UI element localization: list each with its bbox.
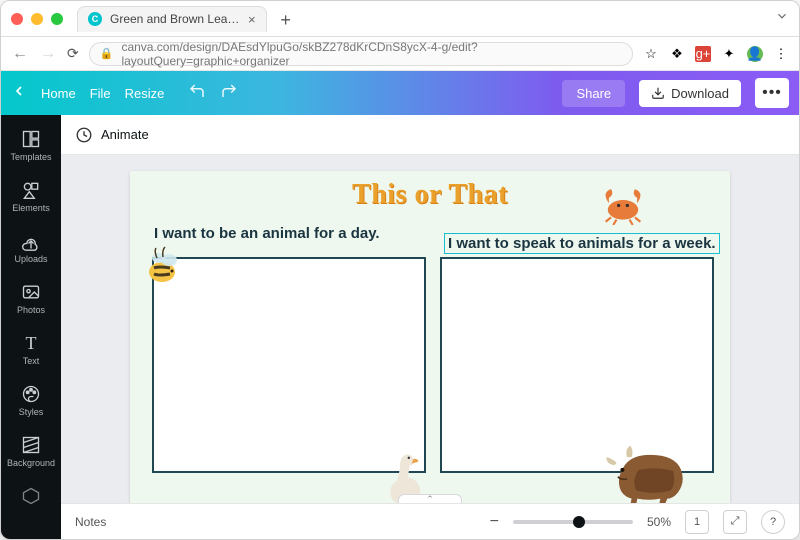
sidebar-item-label: Text: [23, 356, 40, 366]
animate-label: Animate: [101, 127, 149, 142]
right-box[interactable]: [440, 257, 714, 473]
animate-icon: [75, 126, 93, 144]
editor-area: Animate This or That I want to be an ani…: [61, 115, 799, 539]
photos-icon: [21, 282, 41, 302]
sidebar-item-label: Uploads: [14, 254, 47, 264]
zoom-slider[interactable]: [513, 520, 633, 524]
zoom-out-icon[interactable]: −: [490, 513, 499, 531]
zoom-slider-thumb[interactable]: [573, 516, 585, 528]
add-page-handle[interactable]: ⌃: [398, 494, 462, 503]
more-icon: [21, 486, 41, 506]
left-sidebar: Templates Elements Uploads Photos T Text…: [1, 115, 61, 539]
more-button[interactable]: •••: [755, 78, 789, 108]
sidebar-item-label: Photos: [17, 305, 45, 315]
bottom-bar: Notes − 50% 1 ⤢ ?: [61, 503, 799, 539]
context-toolbar: Animate: [61, 115, 799, 155]
redo-icon[interactable]: [220, 82, 238, 105]
left-box[interactable]: [152, 257, 426, 473]
help-icon[interactable]: ?: [761, 510, 785, 534]
kebab-menu-icon[interactable]: ⋮: [773, 46, 789, 62]
resize-menu[interactable]: Resize: [125, 86, 165, 101]
titlebar: C Green and Brown Leaves Fores… × +: [1, 1, 799, 37]
browser-tab[interactable]: C Green and Brown Leaves Fores… ×: [77, 6, 267, 32]
undo-icon[interactable]: [188, 82, 206, 105]
new-tab-button[interactable]: +: [275, 10, 297, 32]
crab-illustration-icon[interactable]: [594, 187, 652, 225]
browser-window: C Green and Brown Leaves Fores… × + ← → …: [0, 0, 800, 540]
app-back-icon[interactable]: [11, 83, 27, 104]
close-window-icon[interactable]: [11, 13, 23, 25]
share-button[interactable]: Share: [562, 80, 625, 107]
stage[interactable]: This or That I want to be an animal for …: [61, 155, 799, 503]
url-field[interactable]: 🔒 canva.com/design/DAEsdYlpuGo/skBZ278dK…: [89, 42, 633, 66]
window-controls: [11, 13, 63, 25]
home-menu[interactable]: Home: [41, 86, 76, 101]
puzzle-extensions-icon[interactable]: ✦: [721, 46, 737, 62]
animate-button[interactable]: Animate: [75, 126, 149, 144]
address-bar: ← → ⟳ 🔒 canva.com/design/DAEsdYlpuGo/skB…: [1, 37, 799, 71]
sidebar-item-elements[interactable]: Elements: [1, 172, 61, 221]
background-icon: [21, 435, 41, 455]
zoom-value[interactable]: 50%: [647, 515, 671, 529]
minimize-window-icon[interactable]: [31, 13, 43, 25]
sidebar-item-label: Elements: [12, 203, 50, 213]
sidebar-item-text[interactable]: T Text: [1, 325, 61, 374]
download-label: Download: [671, 86, 729, 101]
sidebar-item-background[interactable]: Background: [1, 427, 61, 476]
page-grid-button[interactable]: 1: [685, 510, 709, 534]
templates-icon: [21, 129, 41, 149]
file-menu[interactable]: File: [90, 86, 111, 101]
sidebar-item-more[interactable]: [1, 478, 61, 514]
sidebar-item-photos[interactable]: Photos: [1, 274, 61, 323]
tabs-chevron-down-icon[interactable]: [775, 9, 789, 28]
star-bookmark-icon[interactable]: ☆: [643, 46, 659, 62]
tab-strip: C Green and Brown Leaves Fores… × +: [77, 6, 775, 32]
sidebar-item-uploads[interactable]: Uploads: [1, 223, 61, 272]
profile-avatar-icon[interactable]: 👤: [747, 46, 763, 62]
nav-forward-icon: →: [39, 45, 57, 63]
stack-extension-icon[interactable]: ❖: [669, 46, 685, 62]
text-icon: T: [21, 333, 41, 353]
yak-illustration-icon[interactable]: [604, 443, 696, 503]
app-bar: Home File Resize Share Download •••: [1, 71, 799, 115]
nav-back-icon[interactable]: ←: [11, 45, 29, 63]
elements-icon: [21, 180, 41, 200]
sidebar-item-label: Templates: [10, 152, 51, 162]
download-button[interactable]: Download: [639, 80, 741, 107]
tab-close-icon[interactable]: ×: [248, 12, 256, 27]
gplus-extension-icon[interactable]: g+: [695, 46, 711, 62]
url-text: canva.com/design/DAEsdYlpuGo/skBZ278dKrC…: [121, 40, 622, 68]
prompt-right-text-selected[interactable]: I want to speak to animals for a week.: [444, 233, 720, 254]
bee-illustration-icon[interactable]: [136, 243, 192, 293]
canva-favicon-icon: C: [88, 12, 102, 26]
sidebar-item-styles[interactable]: Styles: [1, 376, 61, 425]
sidebar-item-label: Styles: [19, 407, 44, 417]
sidebar-item-templates[interactable]: Templates: [1, 121, 61, 170]
prompt-left-text[interactable]: I want to be an animal for a day.: [154, 225, 380, 242]
lock-icon: 🔒: [100, 47, 114, 60]
tab-title: Green and Brown Leaves Fores…: [110, 12, 240, 26]
notes-button[interactable]: Notes: [75, 515, 106, 529]
extensions: ☆ ❖ g+ ✦ 👤 ⋮: [643, 46, 789, 62]
styles-icon: [21, 384, 41, 404]
design-canvas[interactable]: This or That I want to be an animal for …: [130, 171, 730, 503]
app-body: Templates Elements Uploads Photos T Text…: [1, 115, 799, 539]
sidebar-item-label: Background: [7, 458, 55, 468]
fullscreen-window-icon[interactable]: [51, 13, 63, 25]
fullscreen-icon[interactable]: ⤢: [723, 510, 747, 534]
uploads-icon: [21, 231, 41, 251]
reload-icon[interactable]: ⟳: [67, 45, 79, 62]
